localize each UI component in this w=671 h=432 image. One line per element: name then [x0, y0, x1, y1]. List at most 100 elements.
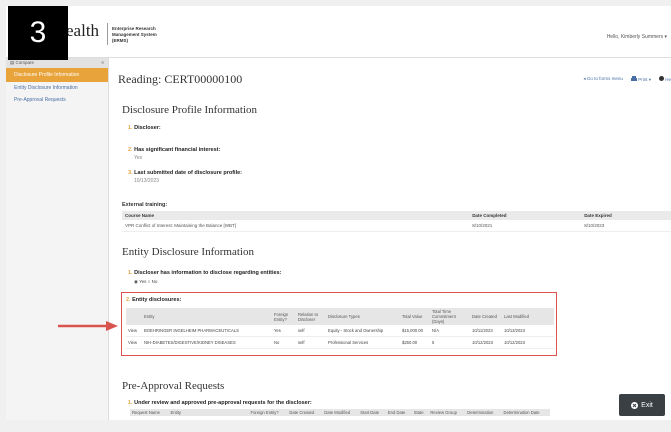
- question-number: 1.: [128, 400, 133, 406]
- goto-forms-link[interactable]: ◂ Go to forms menu: [583, 76, 623, 83]
- cell-foreign: No: [272, 336, 296, 349]
- step-number-badge: 3: [8, 6, 68, 60]
- app-frame: ealth Enterprise Research Management Sys…: [6, 6, 671, 426]
- cell-entity: NIH-DIABETES/DIGESTIVE/KIDNEY DISEASES: [142, 336, 272, 349]
- cell-date-created: 10/11/2023: [470, 325, 502, 337]
- entity-question-has-info: 1. Discloser has information to disclose…: [128, 270, 281, 276]
- main-content: Reading: CERT00000100 ◂ Go to forms menu…: [110, 58, 671, 426]
- app-header: ealth Enterprise Research Management Sys…: [6, 6, 671, 58]
- col-foreign-entity: Foreign Entity?: [248, 409, 288, 416]
- col-date-modified: Date Modified: [322, 409, 359, 416]
- profile-question-discloser: 1. Discloser:: [128, 125, 161, 131]
- col-state: State: [411, 409, 429, 416]
- table-header-row: Course Name Date Completed Date Expired: [122, 211, 671, 220]
- entity-disclosures-table: Entity Foreign Entity? Relation to Discl…: [126, 308, 554, 349]
- collapse-icon[interactable]: «: [101, 60, 104, 66]
- col-entity: Entity: [168, 409, 249, 416]
- col-date-completed: Date Completed: [469, 211, 582, 220]
- has-info-radio-group: ◉ Yes ○ No: [134, 279, 157, 285]
- question-label: Under review and approved pre-approval r…: [134, 400, 312, 406]
- exit-label: Exit: [641, 401, 653, 409]
- table-row: View BOEHRINGER INGELHEIM PHARMACEUTICAL…: [126, 325, 554, 337]
- cell-relation: self: [296, 325, 326, 337]
- cell-entity: BOEHRINGER INGELHEIM PHARMACEUTICALS: [142, 325, 272, 337]
- col-determination: Determination: [465, 409, 502, 416]
- table-row: VPR Conflict of Interest: Maintaining th…: [122, 220, 671, 232]
- question-number: 1.: [128, 270, 133, 276]
- sidebar: ▤ Compare « Disclosure Profile Informati…: [6, 58, 109, 426]
- close-circle-icon: [631, 401, 639, 409]
- cell-disclosure-type: Equity - Stock and Ownership: [326, 325, 400, 337]
- exit-button[interactable]: Exit: [619, 394, 665, 416]
- cell-last-modified: 10/13/2023: [502, 325, 554, 337]
- user-menu[interactable]: Hello, Kimberly Summers ▾: [607, 34, 667, 40]
- section-title-disclosure-profile: Disclosure Profile Information: [122, 104, 258, 116]
- col-total-value: Total Value: [400, 308, 430, 325]
- col-end-date: End Date: [385, 409, 412, 416]
- col-total-time: Total Time Commitment (Days): [430, 308, 470, 325]
- cell-date-expired: 8/10/2023: [581, 220, 671, 232]
- col-request-name: Request Name: [130, 409, 169, 416]
- profile-question-last-submitted: 3. Last submitted date of disclosure pro…: [128, 170, 242, 176]
- help-icon: [658, 76, 664, 81]
- sidebar-item-pre-approval[interactable]: Pre-Approval Requests: [6, 94, 108, 106]
- top-actions: ◂ Go to forms menu Print ▾ He: [583, 76, 671, 83]
- question-label: Has significant financial interest:: [134, 147, 221, 153]
- question-number: 2.: [128, 147, 133, 153]
- col-start-date: Start Date: [358, 409, 386, 416]
- col-entity: Entity: [142, 308, 272, 325]
- bottom-strip: [0, 420, 671, 432]
- cell-total-value: $250.00: [400, 336, 430, 349]
- col-determination-date: Determination Date: [501, 409, 550, 416]
- col-last-modified: Last Modified: [502, 308, 554, 325]
- col-foreign-entity: Foreign Entity?: [272, 308, 296, 325]
- header-divider: [107, 23, 108, 45]
- col-date-expired: Date Expired: [581, 211, 671, 220]
- view-link[interactable]: View: [126, 336, 142, 349]
- preapproval-table: Request Name Entity Foreign Entity? Date…: [130, 409, 550, 416]
- table-header-row: Entity Foreign Entity? Relation to Discl…: [126, 308, 554, 325]
- col-view: [126, 308, 142, 325]
- print-label: Print ▾: [638, 77, 651, 82]
- cell-date-created: 10/12/2023: [470, 336, 502, 349]
- table-header-row: Request Name Entity Foreign Entity? Date…: [130, 409, 550, 416]
- cell-course-name: VPR Conflict of Interest: Maintaining th…: [122, 220, 470, 232]
- help-link[interactable]: He: [658, 76, 671, 83]
- compare-button[interactable]: ▤ Compare: [10, 60, 34, 66]
- sidebar-item-entity-disclosure[interactable]: Entity Disclosure Information: [6, 82, 108, 94]
- institution-logo[interactable]: ealth: [66, 21, 99, 41]
- cell-date-completed: 8/10/2021: [469, 220, 582, 232]
- col-disclosure-types: Disclosure Types: [326, 308, 400, 325]
- printer-icon: [630, 76, 637, 81]
- question-label: Discloser:: [134, 125, 161, 131]
- question-number: 3.: [128, 170, 133, 176]
- sidebar-item-disclosure-profile[interactable]: Disclosure Profile Information: [6, 68, 108, 82]
- col-date-created: Date Created: [287, 409, 323, 416]
- preapproval-question: 1. Under review and approved pre-approva…: [128, 400, 312, 406]
- cell-disclosure-type: Professional Services: [326, 336, 400, 349]
- section-title-entity-disclosure: Entity Disclosure Information: [122, 246, 254, 258]
- col-review-group: Review Group: [428, 409, 466, 416]
- external-training-title: External training:: [122, 202, 168, 208]
- system-name: Enterprise Research Management System (E…: [112, 26, 157, 43]
- red-arrow-icon: [58, 321, 118, 331]
- print-menu[interactable]: Print ▾: [630, 76, 651, 83]
- radio-yes[interactable]: ◉ Yes: [134, 279, 146, 284]
- question-label: Last submitted date of disclosure profil…: [134, 170, 243, 176]
- col-relation: Relation to Discloser: [296, 308, 326, 325]
- last-submitted-answer: 10/13/2023: [134, 178, 160, 184]
- cell-relation: self: [296, 336, 326, 349]
- cell-total-value: $15,000.00: [400, 325, 430, 337]
- table-row: View NIH-DIABETES/DIGESTIVE/KIDNEY DISEA…: [126, 336, 554, 349]
- view-link[interactable]: View: [126, 325, 142, 337]
- radio-no[interactable]: ○ No: [148, 279, 158, 284]
- page-title: Reading: CERT00000100: [118, 72, 243, 86]
- question-label: Discloser has information to disclose re…: [134, 270, 282, 276]
- financial-interest-answer: Yes: [134, 155, 143, 161]
- external-training-table: Course Name Date Completed Date Expired …: [122, 211, 671, 232]
- help-label: He: [665, 77, 671, 82]
- col-date-created: Date Created: [470, 308, 502, 325]
- cell-total-time: 5: [430, 336, 470, 349]
- cell-foreign: Yes: [272, 325, 296, 337]
- question-number: 1.: [128, 125, 133, 131]
